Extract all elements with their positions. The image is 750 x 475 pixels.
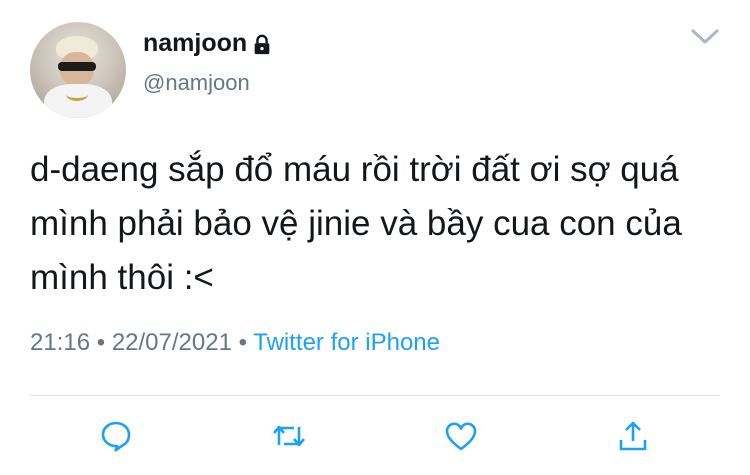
- tweet-date[interactable]: 22/07/2021: [112, 329, 232, 356]
- display-name[interactable]: namjoon: [143, 29, 273, 58]
- like-button[interactable]: [443, 418, 483, 458]
- heart-icon: [445, 422, 477, 451]
- share-icon: [619, 421, 647, 451]
- chevron-down-icon[interactable]: [690, 26, 720, 46]
- tweet-meta: 21:16 • 22/07/2021 • Twitter for iPhone: [30, 329, 440, 357]
- reply-icon: [101, 421, 131, 452]
- divider: [30, 395, 720, 396]
- avatar-sunglasses: [58, 62, 96, 71]
- tweet-time[interactable]: 21:16: [30, 329, 90, 356]
- lock-icon: [251, 34, 273, 56]
- retweet-button[interactable]: [271, 418, 311, 458]
- user-handle[interactable]: @namjoon: [143, 70, 250, 96]
- display-name-text: namjoon: [143, 29, 248, 57]
- share-button[interactable]: [615, 418, 655, 458]
- tweet-text: d-daeng sắp đổ máu rồi trời đất ơi sợ qu…: [30, 150, 682, 297]
- avatar-chain: [66, 88, 88, 101]
- meta-separator: •: [238, 329, 248, 356]
- retweet-icon: [273, 425, 305, 447]
- meta-separator: •: [96, 329, 106, 356]
- tweet-source-link[interactable]: Twitter for iPhone: [253, 329, 440, 356]
- reply-button[interactable]: [98, 418, 138, 458]
- action-bar: [0, 418, 750, 458]
- avatar[interactable]: [30, 22, 126, 118]
